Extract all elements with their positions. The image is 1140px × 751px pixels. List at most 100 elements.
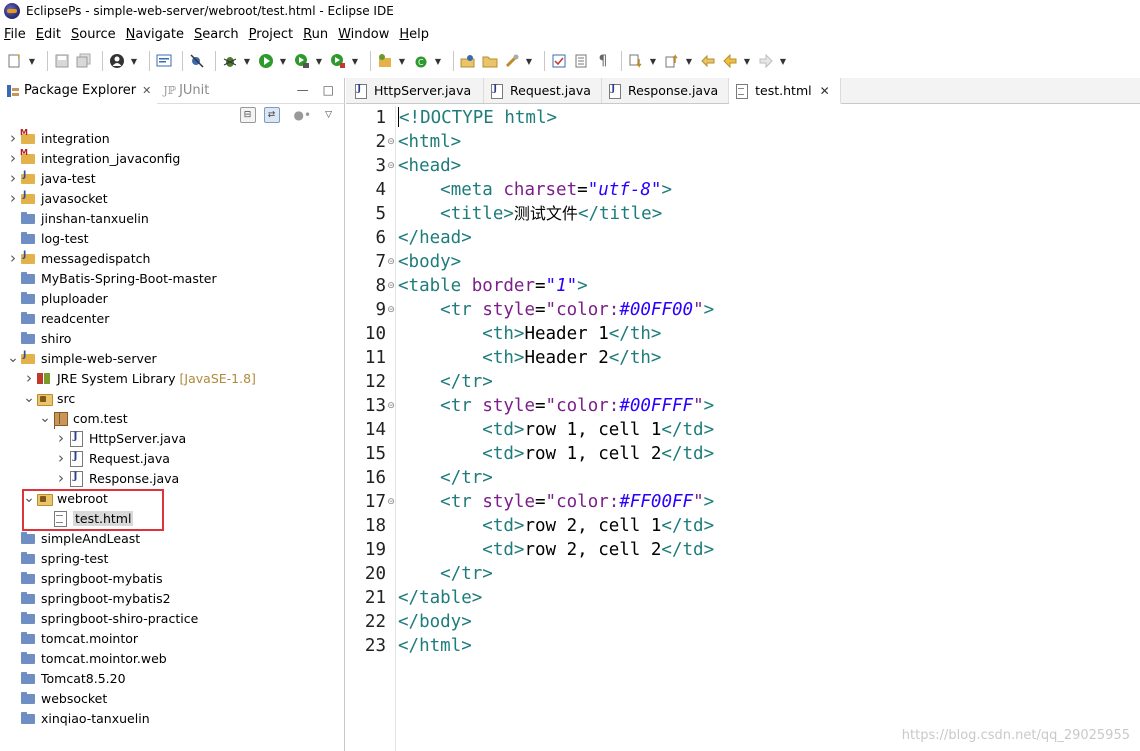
tree-item[interactable]: › Request.java bbox=[0, 448, 344, 468]
search-dropdown-chevron-icon[interactable]: ▼ bbox=[525, 52, 533, 70]
prev-annotation-icon[interactable] bbox=[663, 52, 681, 70]
toggle-mark-icon[interactable] bbox=[550, 52, 568, 70]
tree-item[interactable]: › HttpServer.java bbox=[0, 428, 344, 448]
tree-item[interactable]: ⌄ simple-web-server bbox=[0, 348, 344, 368]
tree-item[interactable]: Tomcat8.5.20 bbox=[0, 668, 344, 688]
tree-item[interactable]: springboot-mybatis bbox=[0, 568, 344, 588]
forward-dropdown-chevron-icon[interactable]: ▼ bbox=[779, 52, 787, 70]
next-annotation-dropdown-chevron-icon[interactable]: ▼ bbox=[649, 52, 657, 70]
tree-item[interactable]: readcenter bbox=[0, 308, 344, 328]
menu-item-file[interactable]: File bbox=[4, 27, 26, 42]
tree-item[interactable]: ⌄ src bbox=[0, 388, 344, 408]
menu-item-edit[interactable]: Edit bbox=[36, 27, 61, 42]
editor-tab[interactable]: HttpServer.java bbox=[346, 78, 484, 103]
tree-item[interactable]: › java-test bbox=[0, 168, 344, 188]
tree-item[interactable]: springboot-mybatis2 bbox=[0, 588, 344, 608]
fold-icon[interactable]: ⊝ bbox=[386, 274, 396, 298]
tree-item[interactable]: tomcat.mointor bbox=[0, 628, 344, 648]
menu-item-search[interactable]: Search bbox=[194, 27, 239, 42]
tree-item[interactable]: websocket bbox=[0, 688, 344, 708]
tab-package-explorer[interactable]: Package Explorer ✕ bbox=[0, 77, 158, 104]
skip-breakpoints-icon[interactable] bbox=[188, 52, 206, 70]
chevron-right-icon[interactable]: › bbox=[6, 188, 20, 208]
editor-tab[interactable]: Request.java bbox=[484, 78, 602, 103]
tree-item[interactable]: jinshan-tanxuelin bbox=[0, 208, 344, 228]
forward-icon[interactable] bbox=[757, 52, 775, 70]
tree-item[interactable]: pluploader bbox=[0, 288, 344, 308]
tree-item[interactable]: test.html bbox=[0, 508, 344, 528]
menu-item-project[interactable]: Project bbox=[249, 27, 294, 42]
focus-icon[interactable]: ●• bbox=[294, 108, 312, 122]
tree-item[interactable]: simpleAndLeast bbox=[0, 528, 344, 548]
menu-item-source[interactable]: Source bbox=[71, 27, 116, 42]
new-class-dropdown-chevron-icon[interactable]: ▼ bbox=[434, 52, 442, 70]
save-icon[interactable] bbox=[53, 52, 71, 70]
tree-item[interactable]: › javasocket bbox=[0, 188, 344, 208]
view-menu-chevron-icon[interactable]: ▽ bbox=[325, 110, 332, 120]
fold-icon[interactable]: ⊝ bbox=[386, 130, 396, 154]
tab-junit[interactable]: Jℙ JUnit bbox=[157, 78, 215, 104]
minimize-icon[interactable]: — bbox=[297, 83, 309, 97]
tree-item[interactable]: › messagedispatch bbox=[0, 248, 344, 268]
run-dropdown-chevron-icon[interactable]: ▼ bbox=[279, 52, 287, 70]
new-icon[interactable] bbox=[6, 52, 24, 70]
new-class-icon[interactable]: C bbox=[412, 52, 430, 70]
external-tools-dropdown-chevron-icon[interactable]: ▼ bbox=[351, 52, 359, 70]
maximize-icon[interactable]: □ bbox=[323, 83, 334, 97]
close-icon[interactable]: ✕ bbox=[142, 84, 151, 97]
editor-tab[interactable]: Response.java bbox=[602, 78, 730, 103]
next-annotation-icon[interactable] bbox=[627, 52, 645, 70]
tree-item[interactable]: ⌄ com.test bbox=[0, 408, 344, 428]
menu-item-help[interactable]: Help bbox=[399, 27, 429, 42]
tree-item[interactable]: tomcat.mointor.web bbox=[0, 648, 344, 668]
run-icon[interactable] bbox=[257, 52, 275, 70]
user-dropdown-chevron-icon[interactable]: ▼ bbox=[130, 52, 138, 70]
tree-item[interactable]: ⌄ webroot bbox=[0, 488, 344, 508]
menu-item-navigate[interactable]: Navigate bbox=[126, 27, 184, 42]
tree-item[interactable]: xinqiao-tanxuelin bbox=[0, 708, 344, 728]
tree-item[interactable]: log-test bbox=[0, 228, 344, 248]
link-with-editor-icon[interactable]: ⇄ bbox=[263, 107, 280, 123]
back-icon[interactable] bbox=[721, 52, 739, 70]
menu-item-run[interactable]: Run bbox=[303, 27, 328, 42]
new-dropdown-chevron-icon[interactable]: ▼ bbox=[28, 52, 36, 70]
fold-icon[interactable]: ⊝ bbox=[386, 490, 396, 514]
tree-item[interactable]: › integration bbox=[0, 128, 344, 148]
fold-icon[interactable]: ⊝ bbox=[386, 298, 396, 322]
show-whitespace-icon[interactable]: ¶ bbox=[594, 52, 612, 70]
chevron-down-icon[interactable]: ⌄ bbox=[38, 408, 52, 428]
user-icon[interactable] bbox=[108, 52, 126, 70]
code-editor[interactable]: 1 2 ⊝ 3 ⊝ 4 5 6 7 ⊝ 8 ⊝ 9 ⊝ 10 11 12 13 ⊝ 14 15 16 17 ⊝ 18 19 20 21… bbox=[346, 106, 1140, 751]
menu-item-window[interactable]: Window bbox=[338, 27, 389, 42]
open-folder-icon[interactable] bbox=[481, 52, 499, 70]
chevron-right-icon[interactable]: › bbox=[6, 168, 20, 188]
chevron-down-icon[interactable]: ⌄ bbox=[6, 348, 20, 368]
tree-item[interactable]: › JRE System Library [JavaSE-1.8] bbox=[0, 368, 344, 388]
external-tools-icon[interactable] bbox=[329, 52, 347, 70]
chevron-right-icon[interactable]: › bbox=[6, 148, 20, 168]
block-selection-icon[interactable] bbox=[572, 52, 590, 70]
save-all-icon[interactable] bbox=[75, 52, 93, 70]
fold-icon[interactable]: ⊝ bbox=[386, 394, 396, 418]
chevron-right-icon[interactable]: › bbox=[6, 128, 20, 148]
chevron-right-icon[interactable]: › bbox=[54, 448, 68, 468]
back-dropdown-chevron-icon[interactable]: ▼ bbox=[743, 52, 751, 70]
last-edit-location-icon[interactable] bbox=[699, 52, 717, 70]
terminal-icon[interactable] bbox=[155, 52, 173, 70]
prev-annotation-dropdown-chevron-icon[interactable]: ▼ bbox=[685, 52, 693, 70]
chevron-right-icon[interactable]: › bbox=[54, 468, 68, 488]
fold-icon[interactable]: ⊝ bbox=[386, 154, 396, 178]
fold-icon[interactable]: ⊝ bbox=[386, 250, 396, 274]
new-java-project-icon[interactable] bbox=[376, 52, 394, 70]
chevron-down-icon[interactable]: ⌄ bbox=[22, 488, 36, 508]
chevron-right-icon[interactable]: › bbox=[22, 368, 36, 388]
debug-icon[interactable] bbox=[221, 52, 239, 70]
tree-item[interactable]: shiro bbox=[0, 328, 344, 348]
run-server-dropdown-chevron-icon[interactable]: ▼ bbox=[315, 52, 323, 70]
collapse-all-icon[interactable]: ⊟ bbox=[239, 107, 256, 123]
tree-item[interactable]: spring-test bbox=[0, 548, 344, 568]
open-type-icon[interactable] bbox=[459, 52, 477, 70]
chevron-right-icon[interactable]: › bbox=[6, 248, 20, 268]
close-icon[interactable]: ✕ bbox=[820, 84, 830, 98]
editor-tab[interactable]: test.html ✕ bbox=[729, 78, 841, 104]
